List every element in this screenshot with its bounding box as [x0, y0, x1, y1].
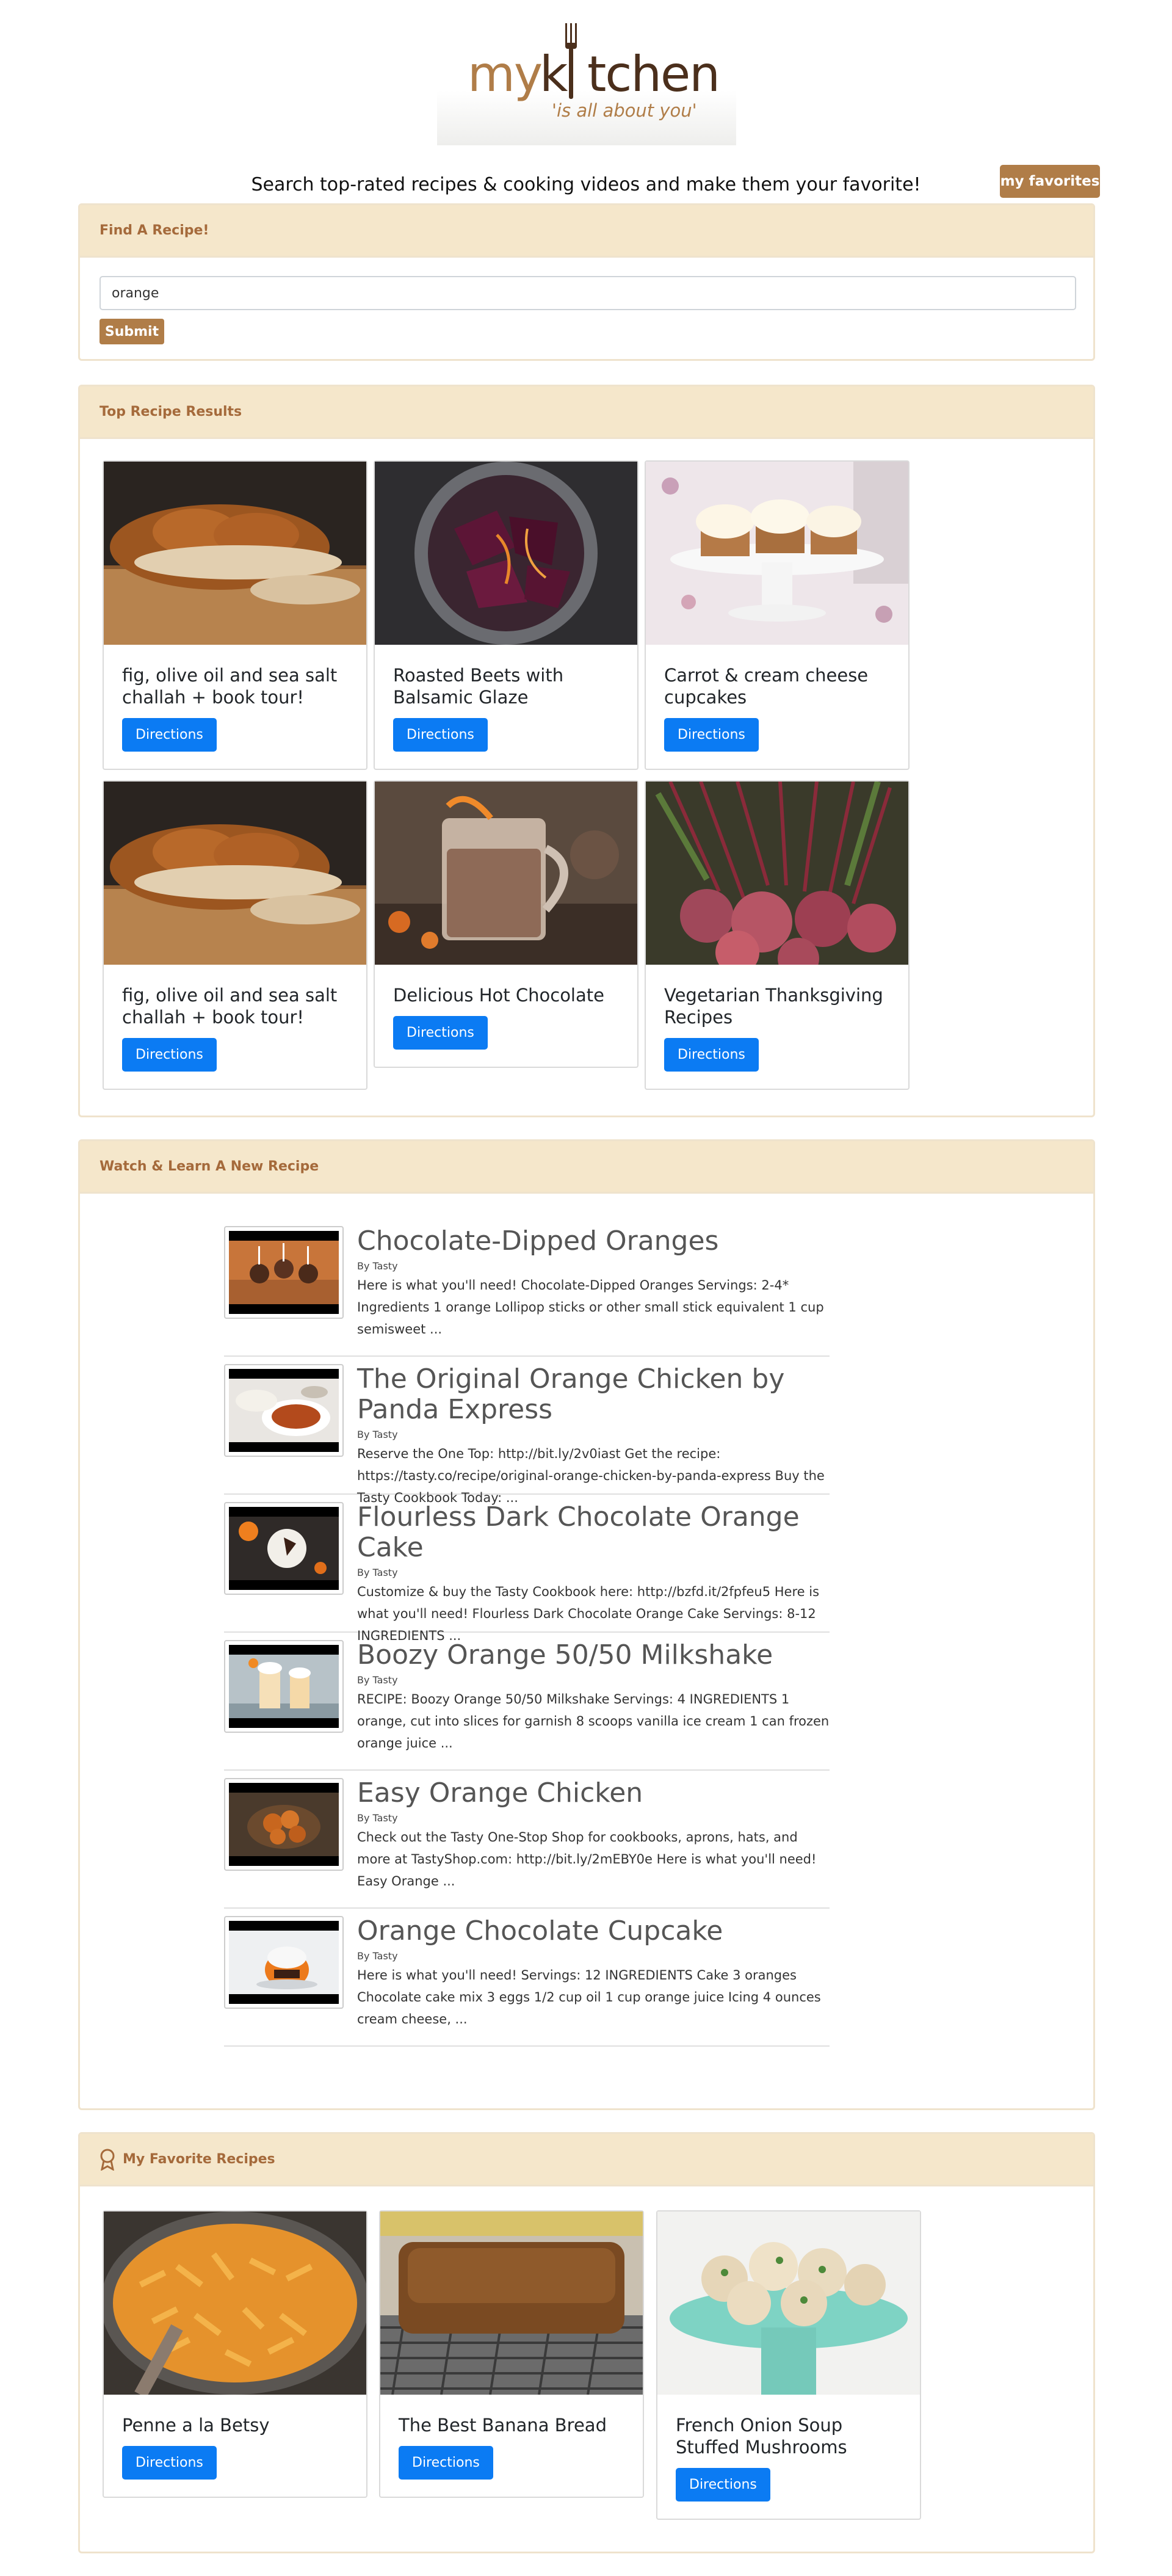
video-title[interactable]: Chocolate-Dipped Oranges	[357, 1226, 830, 1257]
recipe-card-title: fig, olive oil and sea salt challah + bo…	[122, 985, 338, 1028]
recipe-card: Roasted Beets with Balsamic Glaze Direct…	[374, 460, 638, 770]
favorite-card: Penne a la Betsy Directions	[103, 2210, 367, 2498]
recipe-card-title: French Onion Soup Stuffed Mushrooms	[676, 2415, 847, 2458]
video-description: Customize & buy the Tasty Cookbook here:…	[357, 1584, 820, 1643]
braided-bread-image	[104, 462, 366, 645]
my-favorites-button[interactable]: my favorites	[1000, 165, 1100, 198]
page: my k tchen 'is all about you' Search top…	[0, 0, 1172, 2576]
directions-button[interactable]: Directions	[664, 1038, 759, 1072]
find-recipe-panel: Find A Recipe! Submit	[78, 203, 1095, 361]
video-description: Reserve the One Top: http://bit.ly/2v0ia…	[357, 1446, 825, 1505]
video-author: By Tasty	[357, 1812, 398, 1824]
video-title[interactable]: Orange Chocolate Cupcake	[357, 1916, 830, 1947]
banana-bread-image	[380, 2211, 643, 2395]
orange-milkshake-thumbnail	[229, 1645, 339, 1728]
penne-image	[104, 2211, 366, 2395]
logo-tagline: 'is all about you'	[552, 100, 697, 121]
recipe-card-title: Penne a la Betsy	[122, 2415, 270, 2436]
recipe-card-title: The Best Banana Bread	[399, 2415, 607, 2436]
video-thumbnail[interactable]	[224, 1778, 344, 1871]
easy-orange-chicken-thumbnail	[229, 1783, 339, 1866]
directions-button[interactable]: Directions	[122, 2446, 217, 2480]
recipe-card: fig, olive oil and sea salt challah + bo…	[103, 460, 367, 770]
recipe-card-title: Carrot & cream cheese cupcakes	[664, 665, 869, 708]
find-recipe-title: Find A Recipe!	[80, 205, 1093, 258]
recipe-card-title: Delicious Hot Chocolate	[393, 985, 604, 1006]
logo-my: my	[468, 46, 543, 103]
chocolate-orange-cake-thumbnail	[229, 1507, 339, 1590]
video-title[interactable]: Boozy Orange 50/50 Milkshake	[357, 1640, 830, 1671]
recipe-card-title: fig, olive oil and sea salt challah + bo…	[122, 665, 338, 708]
submit-button[interactable]: Submit	[99, 319, 164, 344]
video-item[interactable]: Easy Orange Chicken By Tasty Check out t…	[224, 1778, 830, 1909]
directions-button[interactable]: Directions	[393, 1016, 488, 1050]
favorite-card: The Best Banana Bread Directions	[379, 2210, 644, 2498]
hot-chocolate-image	[375, 782, 637, 965]
directions-button[interactable]: Directions	[676, 2468, 770, 2502]
recipe-search-input[interactable]	[99, 276, 1076, 310]
fork-icon	[565, 23, 577, 99]
braided-bread-image	[104, 782, 366, 965]
directions-button[interactable]: Directions	[122, 718, 217, 752]
favorite-card: French Onion Soup Stuffed Mushrooms Dire…	[656, 2210, 921, 2520]
video-item[interactable]: Flourless Dark Chocolate Orange Cake By …	[224, 1502, 830, 1643]
logo: my k tchen 'is all about you'	[437, 23, 736, 145]
video-item[interactable]: Chocolate-Dipped Oranges By Tasty Here i…	[224, 1226, 830, 1357]
video-thumbnail[interactable]	[224, 1916, 344, 2009]
orange-chicken-panda-thumbnail	[229, 1369, 339, 1452]
video-item[interactable]: Orange Chocolate Cupcake By Tasty Here i…	[224, 1916, 830, 2047]
cupcakes-image	[646, 462, 908, 645]
beets-bunch-image	[646, 782, 908, 965]
directions-button[interactable]: Directions	[393, 718, 488, 752]
directions-button[interactable]: Directions	[664, 718, 759, 752]
video-description: RECIPE: Boozy Orange 50/50 Milkshake Ser…	[357, 1692, 830, 1751]
roasted-beets-image	[375, 462, 637, 645]
favorites-title: My Favorite Recipes	[123, 2152, 275, 2167]
recipe-card: Delicious Hot Chocolate Directions	[374, 780, 638, 1068]
directions-button[interactable]: Directions	[399, 2446, 493, 2480]
watch-learn-title: Watch & Learn A New Recipe	[80, 1141, 1093, 1194]
video-title[interactable]: The Original Orange Chicken by Panda Exp…	[357, 1364, 830, 1425]
video-thumbnail[interactable]	[224, 1226, 344, 1319]
recipe-card: Carrot & cream cheese cupcakes Direction…	[645, 460, 910, 770]
video-description: Here is what you'll need! Chocolate-Dipp…	[357, 1278, 824, 1337]
video-title[interactable]: Flourless Dark Chocolate Orange Cake	[357, 1502, 830, 1563]
top-results-title: Top Recipe Results	[80, 386, 1093, 439]
video-description: Check out the Tasty One-Stop Shop for co…	[357, 1830, 817, 1888]
video-thumbnail[interactable]	[224, 1502, 344, 1595]
video-author: By Tasty	[357, 1674, 398, 1686]
site-tagline: Search top-rated recipes & cooking video…	[251, 174, 921, 195]
video-author: By Tasty	[357, 1260, 398, 1272]
recipe-card: Vegetarian Thanksgiving Recipes Directio…	[645, 780, 910, 1090]
recipe-card: fig, olive oil and sea salt challah + bo…	[103, 780, 367, 1090]
video-description: Here is what you'll need! Servings: 12 I…	[357, 1968, 821, 2026]
video-thumbnail[interactable]	[224, 1364, 344, 1457]
video-author: By Tasty	[357, 1950, 398, 1962]
orange-chocolate-cupcake-thumbnail	[229, 1921, 339, 2004]
video-author: By Tasty	[357, 1567, 398, 1578]
stuffed-mushrooms-image	[657, 2211, 920, 2395]
logo-tchen: tchen	[587, 46, 720, 103]
video-item[interactable]: The Original Orange Chicken by Panda Exp…	[224, 1364, 830, 1505]
chocolate-oranges-thumbnail	[229, 1231, 339, 1314]
award-ribbon-icon	[100, 2149, 115, 2171]
recipe-card-title: Roasted Beets with Balsamic Glaze	[393, 665, 564, 708]
video-item[interactable]: Boozy Orange 50/50 Milkshake By Tasty RE…	[224, 1640, 830, 1771]
video-title[interactable]: Easy Orange Chicken	[357, 1778, 830, 1809]
directions-button[interactable]: Directions	[122, 1038, 217, 1072]
video-author: By Tasty	[357, 1429, 398, 1440]
video-thumbnail[interactable]	[224, 1640, 344, 1733]
recipe-card-title: Vegetarian Thanksgiving Recipes	[664, 985, 883, 1028]
favorites-header: My Favorite Recipes	[80, 2134, 1093, 2186]
